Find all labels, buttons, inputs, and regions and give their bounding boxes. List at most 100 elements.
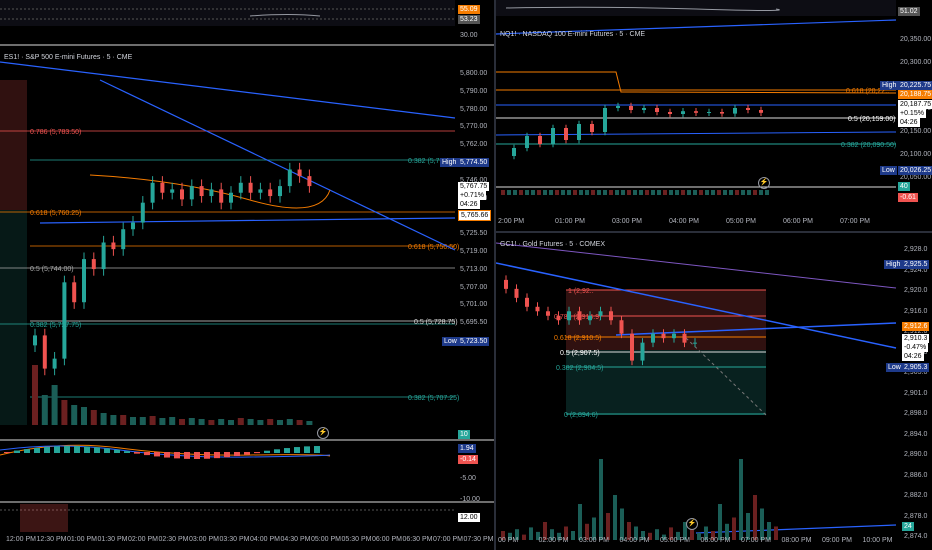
gc-candle [661,333,666,339]
gc-volume-bar [746,513,750,540]
nq-candle [707,112,711,113]
nq-candle [629,106,633,110]
es-candle [52,358,57,369]
es-macd-hist [274,449,280,453]
es-volume-bar [159,418,166,425]
gc-high-value: 2,925.5 [902,260,930,269]
es-macd-hist [174,452,180,459]
nq-hist-bar [705,190,709,195]
es-volume-bar [286,419,293,425]
es-macd-hist [74,446,80,453]
nq-hist-bar [717,190,721,195]
es-candle [160,182,165,193]
es-macd-hist [214,452,220,459]
nq-last-pct: +0.15% [898,109,926,118]
es-time-tick-7: 03:30 PM [219,536,250,543]
nq-candle [668,112,672,114]
gc-alert-icon[interactable]: ⚡ [686,518,698,530]
es-price-tick-2: 5,780.00 [460,105,488,113]
nq-time-tick-0: 2:00 PM [498,218,525,225]
nq-candle [759,110,763,113]
gc-volume-value: 24 [902,522,914,531]
es-volume-bar [51,385,58,425]
es-candle [62,282,67,359]
es-last-pct: +0.71% [458,191,486,200]
nq-hist-bar [639,190,643,195]
nq-high-tag: High [880,81,899,90]
nq-low-value: 20,026.25 [898,166,932,175]
gc-volume-bar [655,529,659,540]
gc-chart-svg[interactable]: 1 (2,92..0.786 (2,914.9)0.618 (2,910.5)0… [496,233,932,550]
nq-hist-bar [513,190,517,195]
gc-time-tick-5: 06:00 PM [700,537,731,544]
nq-hist-bar [627,190,631,195]
nq-candle [720,112,724,114]
es-volume-bar [130,417,136,425]
es-fib-label: 0.382 (5,7.. [408,158,443,165]
nq-candle [564,128,568,140]
es-alert-icon[interactable]: ⚡ [317,427,329,439]
nq-candle [512,148,516,156]
es-candle [278,186,282,197]
gc-volume-bar [599,459,603,540]
nq-low-tag: Low [880,166,897,175]
nq-fib-label: 0.5 (20,159.00) [848,116,895,123]
es-volume-bar [71,405,78,425]
nq-candle [590,124,594,132]
gc-volume-bar [529,527,533,540]
es-candle [150,182,155,203]
es-macd-hist [294,447,300,453]
gc-chart-pane[interactable]: 1 (2,92.. 0.786 (2,914.9) 0.618 (2,910.5) 0… [496,233,932,550]
es-time-tick-15: 07:30 PM [463,536,494,543]
es-chart-svg[interactable]: 0.786 (5,783.50) 0.618 (5,760.25) 0.5 (5,7… [0,0,494,550]
es-macd-hist [124,451,130,453]
gc-price-tick-7: 2,901.0 [904,389,928,397]
es-macd-hist [234,452,240,457]
es-macd-a: 1.94 [458,444,476,453]
gc-time-tick-0: 00 PM [498,537,519,544]
gc-time-tick-7: 08:00 PM [781,537,812,544]
nq-chart-pane[interactable]: 0.618 (20,22.. 0.5 (20,159.00) 0.382 (20,0… [496,0,932,231]
es-macd-hist [64,446,70,453]
nq-hist-bar [633,190,637,195]
nq-hist-bar [603,190,607,195]
es-candle [111,242,116,250]
es-macd-top: 10 [458,430,470,439]
gc-price-tick-14: 2,874.0 [904,533,928,540]
es-time-tick-3: 01:30 PM [97,536,128,543]
nq-hist-bar [753,190,757,195]
es-fib-label: 0.382 (5,707.25) [408,395,459,402]
es-candle [170,189,175,193]
nq-hist-bar [651,190,655,195]
nq-hist-bar [663,190,667,195]
es-top-osc-b: 53.23 [458,15,480,24]
nq-candle [551,128,555,144]
es-candle [307,176,312,187]
es-candle [287,169,292,187]
es-time-tick-11: 05:30 PM [341,536,372,543]
es-candle [199,186,204,197]
gc-price-tick-8: 2,898.0 [904,410,928,417]
nq-hist-bar [735,190,739,195]
es-volume-bar [237,418,244,425]
nq-hist-bar [615,190,619,195]
es-macd-hist [44,446,50,453]
gc-time-tick-9: 10:00 PM [862,537,893,544]
nq-hist-bar [531,190,535,195]
es-price-tick-4: 5,762.00 [460,141,488,149]
es-candle [180,189,184,200]
nq-hist-bar [723,190,727,195]
es-rsi-zone [20,504,68,532]
es-fib-label: 0.618 (5,760.25) [30,210,81,217]
gc-candle [609,311,613,321]
es-last-price: 5,767.75 [458,182,490,191]
es-high-value: 5,774.50 [458,158,490,167]
es-candle [258,189,263,193]
gc-volume-bar [522,534,526,540]
es-candle [91,259,96,270]
nq-alert-icon[interactable]: ⚡ [758,177,770,189]
es-volume-bar [120,415,127,425]
es-chart-pane[interactable]: 0.786 (5,783.50) 0.618 (5,760.25) 0.5 (5,7… [0,0,494,550]
gc-countdown: 04:26 [902,352,924,361]
nq-candle [655,108,659,112]
